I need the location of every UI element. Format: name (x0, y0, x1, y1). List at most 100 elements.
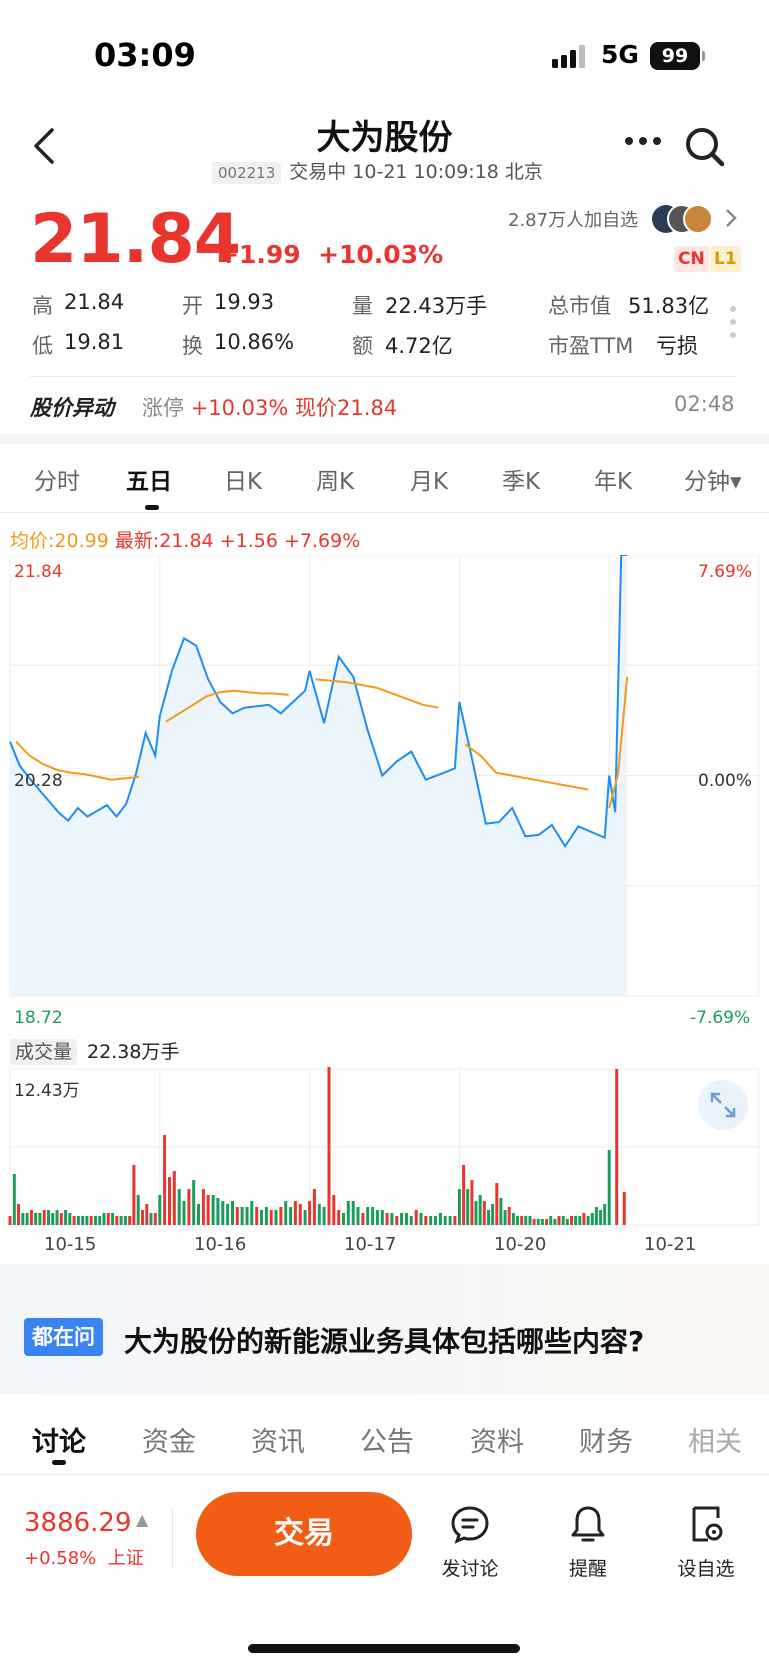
tab-quarterly-k[interactable]: 季K (502, 462, 540, 496)
level1-tag: L1 (710, 246, 741, 272)
volume-bar (21, 1213, 25, 1225)
volume-bar (197, 1204, 200, 1225)
tab-funds[interactable]: 资金 (142, 1420, 196, 1459)
volume-bar (279, 1207, 283, 1225)
expand-chart-button[interactable] (698, 1080, 748, 1130)
stat-volume-value: 22.43万手 (385, 294, 488, 318)
volume-bar (231, 1201, 234, 1225)
volume-bar (89, 1216, 93, 1225)
change-value: +1.99 (218, 240, 301, 269)
divider (0, 1474, 769, 1475)
tab-yearly-k[interactable]: 年K (594, 462, 632, 496)
watchlist-followers[interactable]: 2.87万人加自选 (508, 206, 638, 232)
volume-bar (390, 1213, 394, 1225)
trading-status-line: 002213 交易中 10-21 10:09:18 北京 (212, 157, 543, 184)
tab-intraday[interactable]: 分时 (34, 462, 80, 496)
volume-bar (565, 1219, 569, 1225)
volume-bar (149, 1213, 153, 1225)
tab-monthly-k[interactable]: 月K (410, 462, 448, 496)
volume-bar (260, 1210, 263, 1225)
volume-bar (145, 1204, 149, 1225)
follower-avatars[interactable] (652, 203, 716, 235)
more-stats-icon[interactable] (729, 305, 737, 339)
tab-related[interactable]: 相关 (688, 1420, 742, 1459)
volume-bar (385, 1213, 389, 1225)
index-up-arrow-icon: ▲ (136, 1510, 149, 1529)
index-value[interactable]: 3886.29 (24, 1508, 132, 1538)
change-percent: +10.03% (318, 240, 444, 269)
index-change[interactable]: +0.58% 上证 (24, 1544, 144, 1570)
volume-bar (211, 1195, 215, 1225)
volume-bar (308, 1201, 312, 1225)
tab-announcements[interactable]: 公告 (360, 1420, 414, 1459)
tab-weekly-k[interactable]: 周K (316, 462, 354, 496)
volume-bar (269, 1210, 273, 1225)
divider (172, 1508, 173, 1568)
qa-question[interactable]: 大为股份的新能源业务具体包括哪些内容? (124, 1320, 644, 1360)
volume-chart[interactable] (0, 1067, 769, 1229)
volume-bar (38, 1213, 42, 1225)
expand-icon (710, 1092, 736, 1118)
price-alert-text[interactable]: 涨停 +10.03% 现价21.84 (142, 392, 397, 422)
volume-bar (59, 1213, 63, 1225)
volume-bar (42, 1210, 46, 1225)
volume-bar (337, 1210, 341, 1225)
volume-bar (366, 1207, 370, 1225)
trade-button[interactable]: 交易 (196, 1492, 412, 1576)
qa-tag: 都在问 (24, 1318, 103, 1356)
five-day-price-chart[interactable] (0, 555, 769, 1030)
tab-discussion[interactable]: 讨论 (32, 1420, 86, 1459)
y-axis-bottom-pct: -7.69% (690, 1008, 751, 1028)
volume-bar (226, 1204, 230, 1225)
tab-minute-k[interactable]: 分钟▾ (684, 462, 742, 496)
tab-five-day[interactable]: 五日 (126, 462, 172, 496)
volume-bar (466, 1189, 470, 1225)
volume-bar (123, 1216, 127, 1225)
volume-bar (128, 1216, 132, 1225)
volume-bar (553, 1219, 557, 1225)
tab-news[interactable]: 资讯 (251, 1420, 305, 1459)
y-axis-bottom-label: 18.72 (14, 1008, 63, 1028)
volume-bar (594, 1207, 598, 1225)
volume-bar (528, 1216, 532, 1225)
volume-bar (158, 1195, 162, 1225)
volume-label[interactable]: 成交量 (10, 1039, 78, 1065)
add-watchlist-button[interactable]: 设自选 (666, 1504, 746, 1581)
volume-bar (599, 1210, 603, 1225)
chevron-right-icon[interactable] (724, 207, 738, 229)
avg-price-line (464, 743, 589, 791)
index-change-pct: +0.58% (24, 1548, 97, 1569)
volume-bar (55, 1210, 59, 1225)
volume-bar (405, 1213, 408, 1225)
volume-bar (68, 1213, 72, 1225)
tab-daily-k[interactable]: 日K (224, 462, 262, 496)
stat-amount-value: 4.72亿 (385, 334, 453, 358)
price-alert-button[interactable]: 提醒 (548, 1504, 628, 1581)
volume-bar (76, 1216, 80, 1225)
post-discussion-button[interactable]: 发讨论 (430, 1504, 510, 1581)
volume-bar (540, 1219, 544, 1225)
stat-high-value: 21.84 (64, 290, 125, 314)
section-gap (0, 434, 769, 444)
volume-bar (491, 1204, 495, 1225)
volume-bar (429, 1216, 433, 1225)
volume-bar (470, 1180, 474, 1225)
tab-profile[interactable]: 资料 (470, 1420, 524, 1459)
price-alert-title[interactable]: 股价异动 (30, 392, 114, 422)
tab-financials[interactable]: 财务 (579, 1420, 633, 1459)
stat-volume-label: 量 (352, 294, 373, 318)
y-axis-top-label: 21.84 (14, 562, 63, 582)
volume-bar (511, 1213, 515, 1225)
volume-bar (561, 1216, 565, 1225)
volume-max-label: 12.43万 (14, 1081, 80, 1101)
legend-avg-price: 均价:20.99 (10, 530, 109, 552)
volume-bar (284, 1201, 288, 1225)
stat-mktcap-value: 51.83亿 (628, 294, 710, 318)
search-icon[interactable] (684, 126, 726, 168)
stat-open-label: 开 (182, 294, 203, 318)
volume-bar (380, 1210, 384, 1225)
limit-up-label: 涨停 (142, 396, 184, 420)
post-discussion-label: 发讨论 (441, 1558, 499, 1580)
more-options-icon[interactable] (624, 136, 662, 146)
volume-bar (51, 1213, 55, 1225)
